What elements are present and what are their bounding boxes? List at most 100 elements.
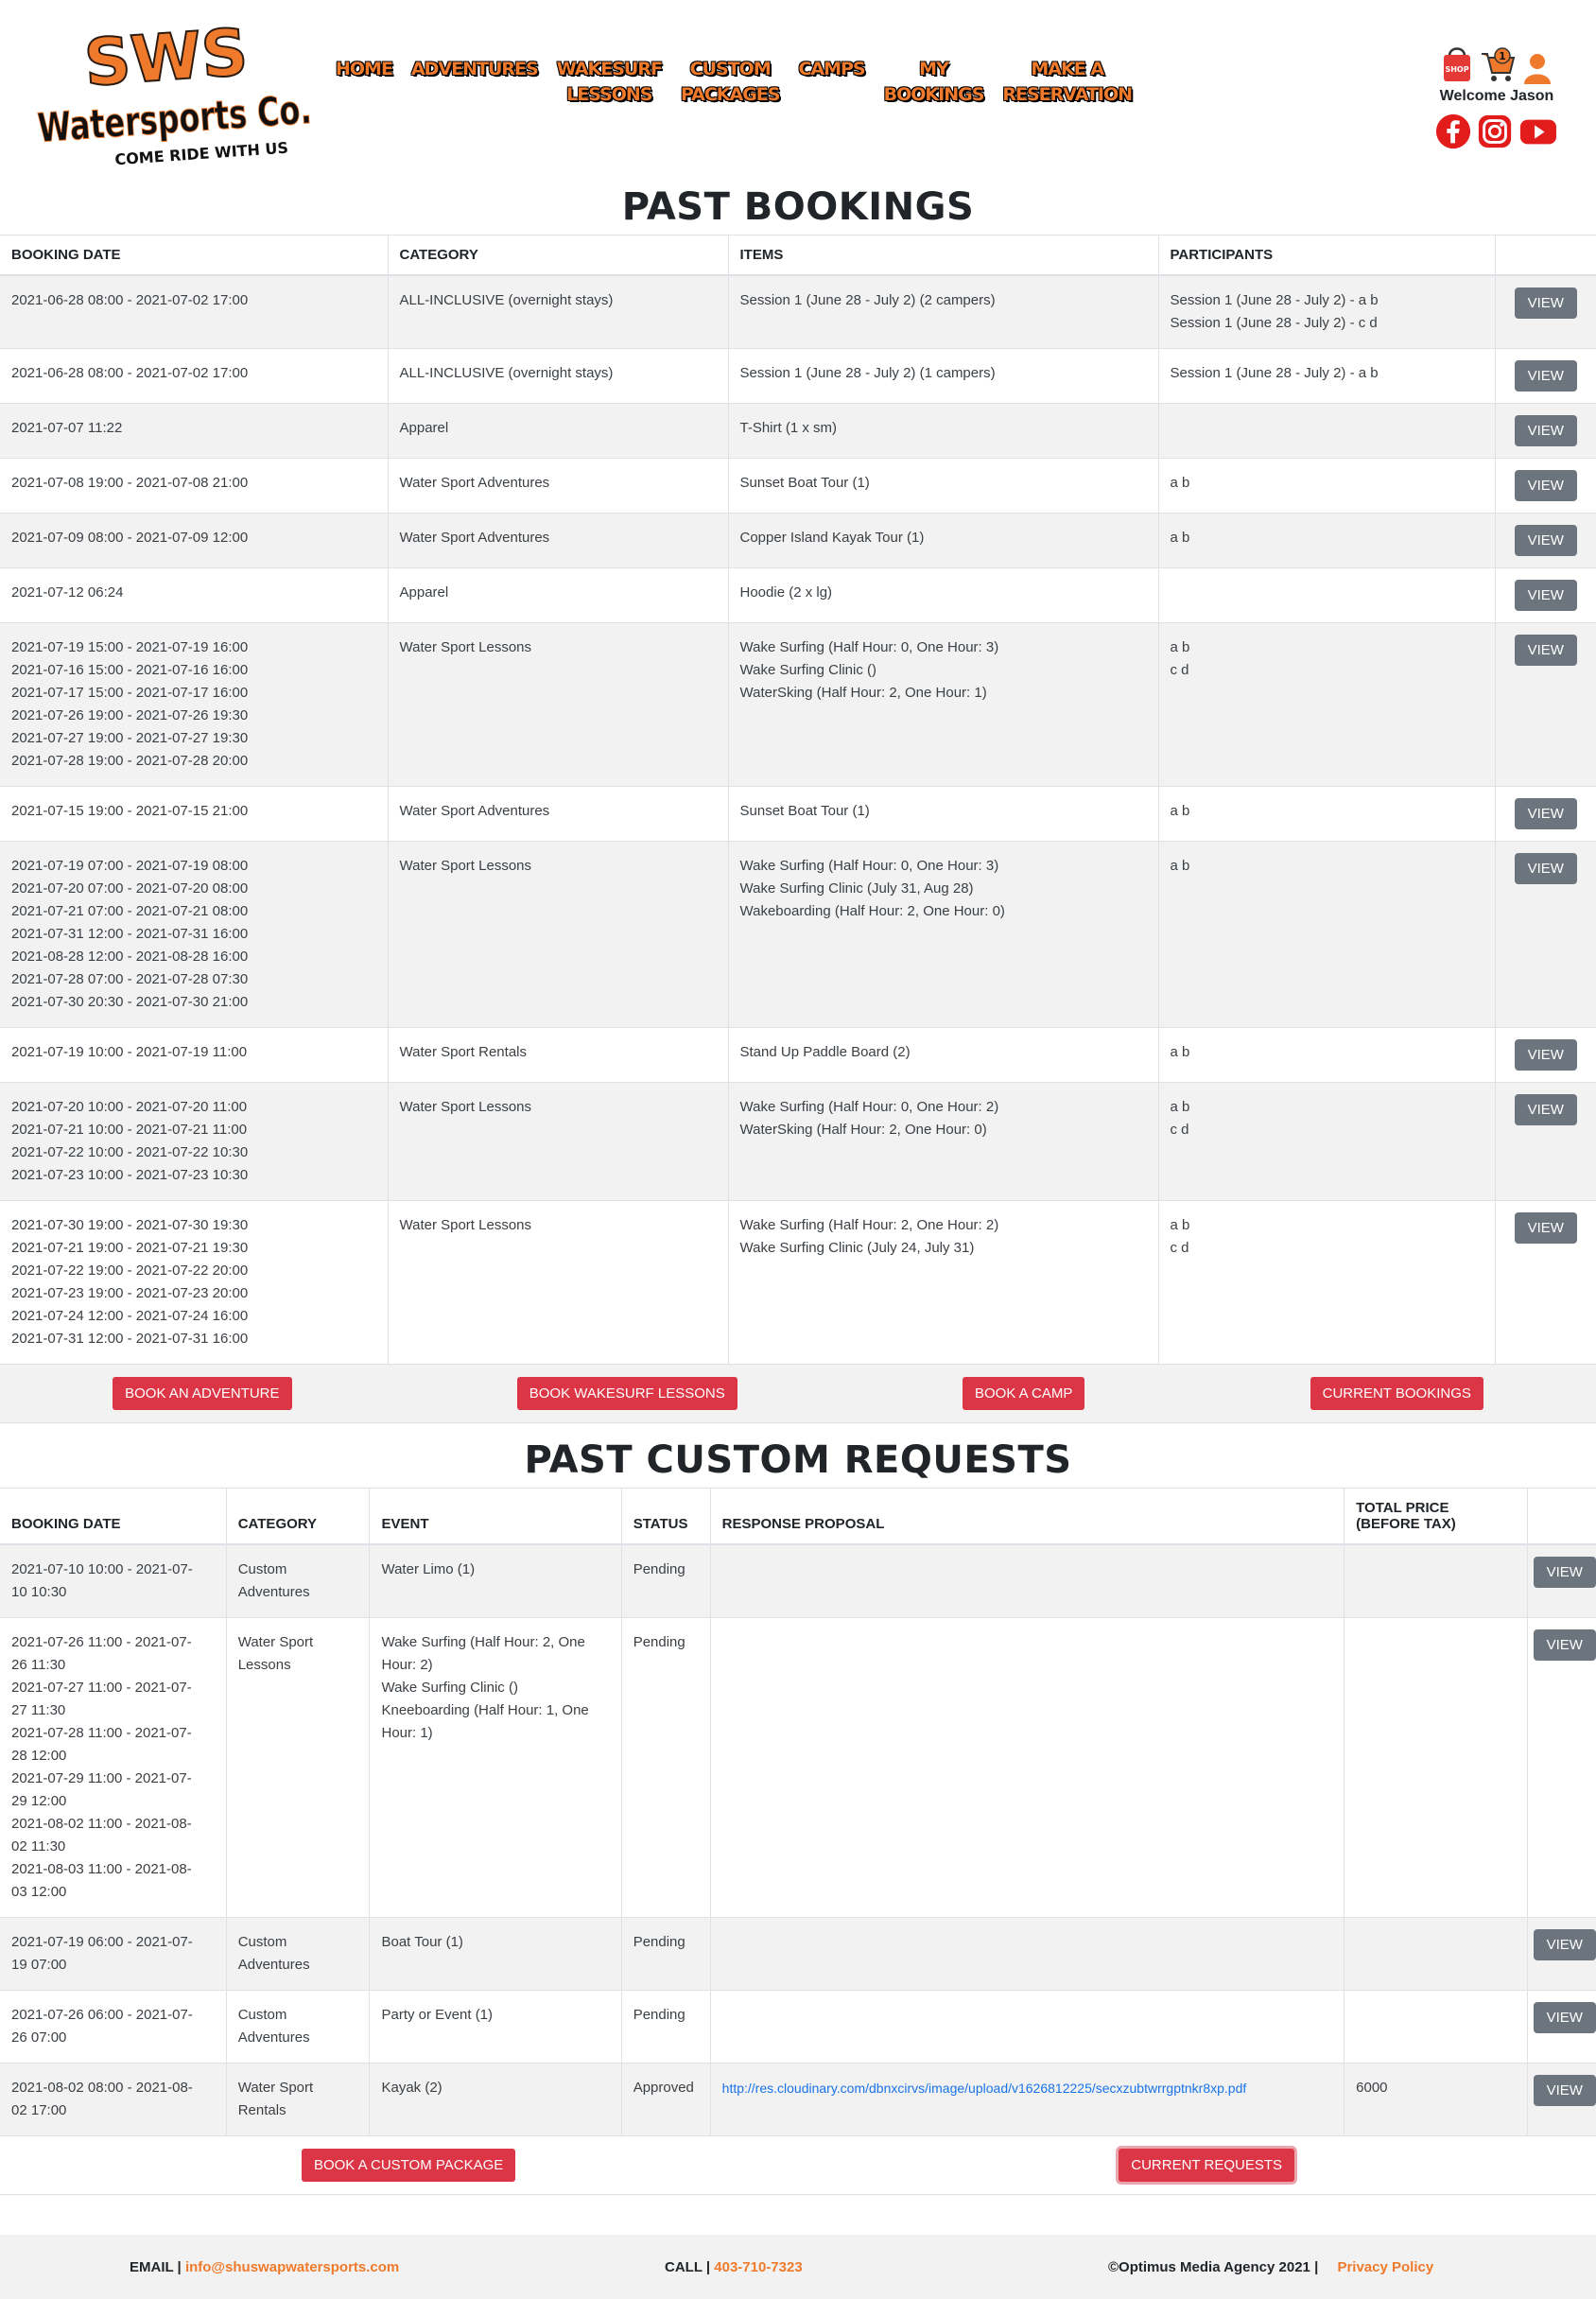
cell-items: T-Shirt (1 x sm) [728,403,1159,459]
cell-category: Water Sport Adventures [388,786,729,842]
column-header: BOOKING DATE [0,1488,227,1545]
view-button[interactable]: VIEW [1514,287,1577,319]
cell-date: 2021-07-19 06:00 - 2021-07- 19 07:00 [0,1917,227,1991]
nav-item-my-bookings[interactable]: MY BOOKINGS [875,57,994,108]
nav-item-make-a-reservation[interactable]: MAKE A RESERVATION [993,57,1141,108]
book-wakesurf-lessons-button[interactable]: BOOK WAKESURF LESSONS [516,1377,737,1410]
cell-action: VIEW [1527,2063,1596,2135]
sws-logo[interactable]: SWS Watersports Co. COME RIDE WITH US [30,21,314,172]
view-button[interactable]: VIEW [1514,1039,1577,1071]
cell-action: VIEW [1495,1082,1596,1201]
cell-date: 2021-07-26 06:00 - 2021-07- 26 07:00 [0,1990,227,2064]
cell-action: VIEW [1527,1990,1596,2064]
cell-date: 2021-06-28 08:00 - 2021-07-02 17:00 [0,274,389,349]
cell-action: VIEW [1495,622,1596,787]
cell-items: Wake Surfing (Half Hour: 0, One Hour: 2)… [728,1082,1159,1201]
cell-category: Apparel [388,567,729,623]
cell-category: Water Sport Lessons [226,1617,371,1918]
footer-copyright-text: ©Optimus Media Agency 2021 | [1108,2258,1319,2275]
shop-bag-icon[interactable]: SHOP [1440,43,1474,84]
cell-category: ALL-INCLUSIVE (overnight stays) [388,348,729,404]
cell-date: 2021-07-08 19:00 - 2021-07-08 21:00 [0,458,389,514]
view-button[interactable]: VIEW [1514,580,1577,611]
cell-action: VIEW [1495,274,1596,349]
footer-call: CALL | 403-710-7323 [665,2259,803,2275]
nav-item-line1: HOME [336,59,393,79]
cell-date: 2021-07-20 10:00 - 2021-07-20 11:00 2021… [0,1082,389,1201]
view-button[interactable]: VIEW [1533,2075,1596,2106]
cart-icon[interactable]: 1 [1480,46,1516,84]
nav-item-camps[interactable]: CAMPS [789,57,874,108]
nav-item-line2: PACKAGES [680,84,781,105]
nav-item-line2: LESSONS [566,84,652,105]
cell-date: 2021-07-19 15:00 - 2021-07-19 16:00 2021… [0,622,389,787]
cell-category: Water Sport Rentals [388,1027,729,1083]
view-button[interactable]: VIEW [1514,470,1577,501]
view-button[interactable]: VIEW [1533,1629,1596,1661]
cell-items: Sunset Boat Tour (1) [728,458,1159,514]
current-requests-button[interactable]: CURRENT REQUESTS [1119,2149,1295,2182]
facebook-icon[interactable] [1435,113,1471,150]
nav-item-custom-packages[interactable]: CUSTOM PACKAGES [671,57,789,108]
cell-date: 2021-07-26 11:00 - 2021-07- 26 11:30 202… [0,1617,227,1918]
cell-category: Water Sport Lessons [388,622,729,787]
cell-items: Stand Up Paddle Board (2) [728,1027,1159,1083]
cell-status: Pending [621,1917,711,1991]
cell-items: Session 1 (June 28 - July 2) (2 campers) [728,274,1159,349]
nav-item-line2: BOOKINGS [883,84,985,105]
nav-item-wakesurf-lessons[interactable]: WAKESURF LESSONS [547,57,671,108]
view-button[interactable]: VIEW [1514,415,1577,446]
footer-email-link[interactable]: info@shuswapwatersports.com [185,2259,399,2275]
nav-item-line1: MY [919,59,949,79]
view-button[interactable]: VIEW [1514,525,1577,556]
book-custom-package-button[interactable]: BOOK A CUSTOM PACKAGE [301,2149,516,2182]
user-account-icon[interactable] [1521,52,1553,84]
view-button[interactable]: VIEW [1533,1929,1596,1960]
table-row: 2021-07-08 19:00 - 2021-07-08 21:00 Water… [0,458,1596,514]
table-row: 2021-07-19 06:00 - 2021-07- 19 07:00 Cust… [0,1917,1596,1991]
cell-price: 6000 [1344,2063,1528,2135]
site-header: SWS Watersports Co. COME RIDE WITH US HO… [0,0,1596,189]
cell-price [1344,1543,1528,1618]
view-button[interactable]: VIEW [1514,1094,1577,1125]
table-row: 2021-07-12 06:24 Apparel Hoodie (2 x lg) VI… [0,567,1596,623]
cell-action: VIEW [1495,403,1596,459]
cell-participants: a b [1158,841,1496,1028]
privacy-policy-link[interactable]: Privacy Policy [1337,2259,1433,2275]
nav-item-adventures[interactable]: ADVENTURES [402,57,547,108]
youtube-icon[interactable] [1518,113,1558,150]
cell-price [1344,1917,1528,1991]
cell-status: Pending [621,1617,711,1918]
instagram-icon[interactable] [1477,113,1513,150]
cell-action: VIEW [1495,513,1596,568]
cell-category: Custom Adventures [226,1543,371,1618]
footer-copyright: ©Optimus Media Agency 2021 | Privacy Pol… [1108,2259,1433,2275]
view-button[interactable]: VIEW [1514,360,1577,392]
view-button[interactable]: VIEW [1514,853,1577,884]
cell-category: Apparel [388,403,729,459]
view-button[interactable]: VIEW [1514,1212,1577,1244]
view-button[interactable]: VIEW [1533,2002,1596,2033]
current-bookings-button[interactable]: CURRENT BOOKINGS [1310,1377,1483,1410]
cell-participants: Session 1 (June 28 - July 2) - a b [1158,348,1496,404]
cell-participants [1158,567,1496,623]
cell-event: Kayak (2) [369,2063,622,2135]
book-camp-button[interactable]: BOOK A CAMP [963,1377,1085,1410]
table-row: 2021-07-30 19:00 - 2021-07-30 19:30 2021… [0,1200,1596,1364]
column-header: TOTAL PRICE (BEFORE TAX) [1344,1488,1528,1545]
view-button[interactable]: VIEW [1533,1557,1596,1588]
book-adventure-button[interactable]: BOOK AN ADVENTURE [113,1377,292,1410]
nav-item-home[interactable]: HOME [326,57,402,108]
cell-event: Boat Tour (1) [369,1917,622,1991]
cell-items: Wake Surfing (Half Hour: 0, One Hour: 3)… [728,622,1159,787]
cell-participants: a b [1158,1027,1496,1083]
cell-proposal [710,1543,1345,1618]
proposal-link[interactable]: http://res.cloudinary.com/dbnxcirvs/imag… [722,2081,1247,2096]
view-button[interactable]: VIEW [1514,635,1577,666]
cell-category: Water Sport Lessons [388,841,729,1028]
footer-phone-link[interactable]: 403-710-7323 [714,2259,802,2275]
nav-item-line1: CAMPS [798,59,865,79]
cell-action: VIEW [1495,1200,1596,1364]
cell-action: VIEW [1495,1027,1596,1083]
view-button[interactable]: VIEW [1514,798,1577,829]
